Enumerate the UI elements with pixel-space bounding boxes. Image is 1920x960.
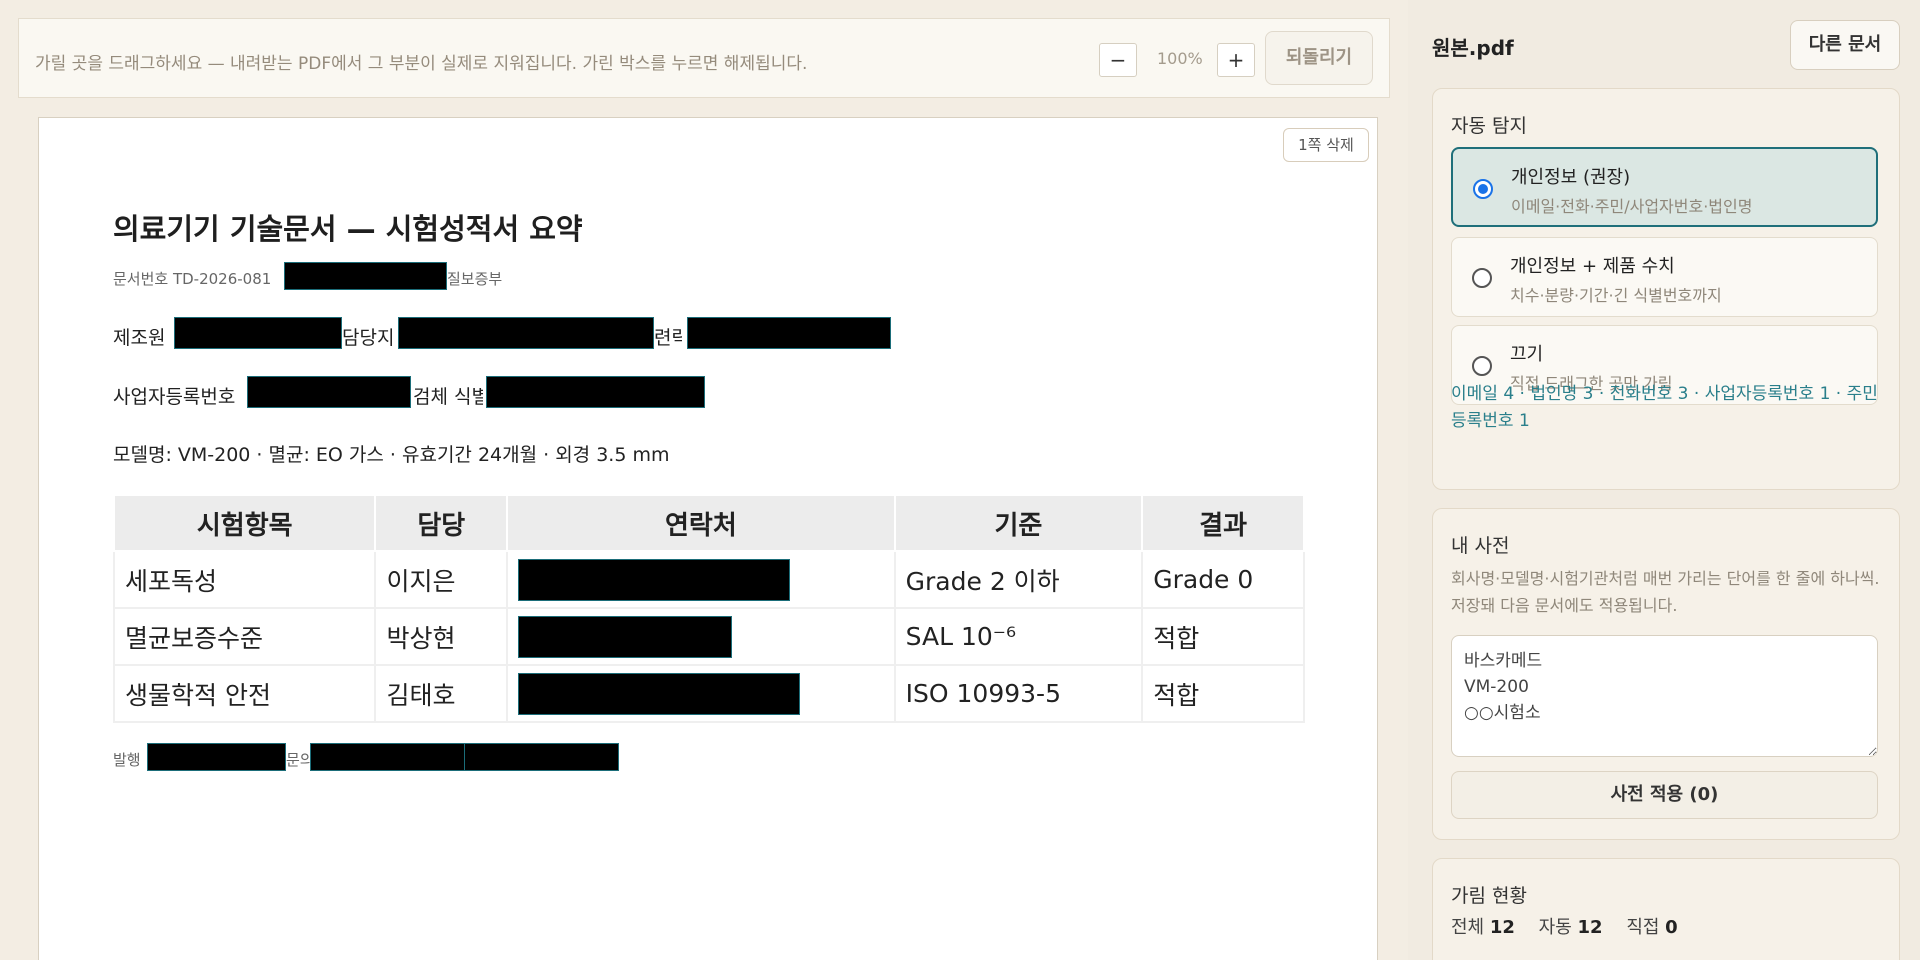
manual-label: 직접 xyxy=(1626,917,1660,938)
option-personal-info[interactable]: 개인정보 (권장) 이메일·전화·주민/사업자번호·법인명 xyxy=(1451,147,1878,227)
manager-label: 담당지 xyxy=(342,327,395,349)
option-desc: 이메일·전화·주민/사업자번호·법인명 xyxy=(1511,197,1753,216)
option-title: 끄기 xyxy=(1510,344,1544,365)
redaction-hint: 가릴 곳을 드래그하세요 — 내려받는 PDF에서 그 부분이 실제로 지워집니… xyxy=(35,54,808,74)
sidebar: 원본.pdf 다른 문서 자동 탐지 개인정보 (권장) 이메일·전화·주민/사… xyxy=(1412,0,1920,960)
maker-label: 제조원 xyxy=(113,327,166,349)
result-cell: 적합 xyxy=(1141,607,1305,666)
file-name: 원본.pdf xyxy=(1432,36,1514,60)
dictionary-input[interactable]: 바스카메드 VM-200 ○○시험소 xyxy=(1451,635,1878,757)
redaction-box[interactable] xyxy=(687,317,891,349)
other-document-button[interactable]: 다른 문서 xyxy=(1790,20,1900,70)
sample-id-label: 검체 식별 xyxy=(413,386,483,408)
option-desc: 치수·분량·기간·긴 식별번호까지 xyxy=(1510,286,1722,305)
redaction-box[interactable] xyxy=(398,317,654,349)
test-item-cell: 생물학적 안전 xyxy=(112,664,377,723)
column-header: 시험항목 xyxy=(112,494,377,552)
auto-label: 자동 xyxy=(1538,917,1572,938)
column-header: 결과 xyxy=(1141,494,1305,552)
redaction-box[interactable] xyxy=(284,262,447,290)
auto-detect-card: 자동 탐지 개인정보 (권장) 이메일·전화·주민/사업자번호·법인명 개인정보… xyxy=(1432,88,1900,490)
table-header-row: 시험항목 담당 연락처 기준 결과 xyxy=(112,494,1305,552)
undo-button[interactable]: 되돌리기 xyxy=(1265,31,1373,85)
test-item-cell: 멸균보증수준 xyxy=(112,607,377,666)
test-item-cell: 세포독성 xyxy=(112,550,377,609)
redaction-box[interactable] xyxy=(247,376,411,408)
result-cell: 적합 xyxy=(1141,664,1305,723)
redaction-box[interactable] xyxy=(518,672,801,715)
table-row: 세포독성 이지은 Grade 2 이하 Grade 0 xyxy=(112,550,1305,609)
delete-page-button[interactable]: 1쪽 삭제 xyxy=(1283,128,1369,162)
biz-number-label: 사업자등록번호 xyxy=(113,386,236,408)
redaction-box[interactable] xyxy=(310,743,465,771)
redaction-box[interactable] xyxy=(518,615,733,658)
column-header: 기준 xyxy=(893,494,1144,552)
standard-cell: SAL 10⁻⁶ xyxy=(893,607,1144,666)
auto-detect-title: 자동 탐지 xyxy=(1451,115,1527,137)
table-row: 생물학적 안전 김태호 ISO 10993-5 적합 xyxy=(112,664,1305,723)
radio-unchecked-icon[interactable] xyxy=(1472,356,1492,376)
contact-cell xyxy=(506,664,896,723)
person-cell: 이지은 xyxy=(374,550,509,609)
contact-cell xyxy=(506,550,896,609)
zoom-in-button[interactable]: + xyxy=(1217,43,1255,77)
option-personal-and-product[interactable]: 개인정보 + 제품 수치 치수·분량·기간·긴 식별번호까지 xyxy=(1451,237,1878,317)
result-cell: Grade 0 xyxy=(1141,550,1305,609)
table-row: 멸균보증수준 박상현 SAL 10⁻⁶ 적합 xyxy=(112,607,1305,666)
pdf-page[interactable]: 1쪽 삭제 의료기기 기술문서 — 시험성적서 요약 문서번호 TD-2026-… xyxy=(38,117,1378,960)
status-counts: 전체 12 자동 12 직접 0 xyxy=(1451,913,1696,939)
dictionary-description: 회사명·모델명·시험기관처럼 매번 가리는 단어를 한 줄에 하나씩. 저장돼 … xyxy=(1451,569,1880,615)
dictionary-card: 내 사전 회사명·모델명·시험기관처럼 매번 가리는 단어를 한 줄에 하나씩.… xyxy=(1432,508,1900,840)
doc-number-prefix: 문서번호 TD-2026-081 xyxy=(113,270,272,288)
redaction-box[interactable] xyxy=(486,376,705,408)
manual-count: 0 xyxy=(1665,917,1678,938)
footer-issued-label: 발행 xyxy=(113,751,141,769)
radio-checked-icon[interactable] xyxy=(1473,179,1493,199)
contact-label: 련락처 xyxy=(654,327,682,349)
redaction-box[interactable] xyxy=(147,743,286,771)
radio-unchecked-icon[interactable] xyxy=(1472,268,1492,288)
doc-number-suffix: 질보증부 xyxy=(447,270,503,288)
option-title: 개인정보 (권장) xyxy=(1511,167,1631,188)
redaction-box[interactable] xyxy=(174,317,342,349)
standard-cell: Grade 2 이하 xyxy=(893,550,1144,609)
standard-cell: ISO 10993-5 xyxy=(893,664,1144,723)
test-results-table: 시험항목 담당 연락처 기준 결과 세포독성 이지은 Grade 2 이하 Gr… xyxy=(112,494,1305,723)
option-title: 개인정보 + 제품 수치 xyxy=(1510,256,1675,277)
redaction-status-card: 가림 현황 전체 12 자동 12 직접 0 xyxy=(1432,858,1900,960)
total-count: 12 xyxy=(1489,917,1515,938)
contact-cell xyxy=(506,607,896,666)
dictionary-title: 내 사전 xyxy=(1451,535,1510,557)
document-title: 의료기기 기술문서 — 시험성적서 요약 xyxy=(113,212,583,246)
zoom-level: 100% xyxy=(1157,49,1203,68)
total-label: 전체 xyxy=(1451,917,1485,938)
zoom-out-button[interactable]: − xyxy=(1099,43,1137,77)
detection-stats: 이메일 4 · 법인명 3 · 전화번호 3 · 사업자등록번호 1 · 주민등… xyxy=(1451,384,1878,431)
viewer-toolbar: 가릴 곳을 드래그하세요 — 내려받는 PDF에서 그 부분이 실제로 지워집니… xyxy=(18,18,1390,98)
person-cell: 김태호 xyxy=(374,664,509,723)
model-info: 모델명: VM-200 · 멸균: EO 가스 · 유효기간 24개월 · 외경… xyxy=(113,444,670,466)
document-viewer: 가릴 곳을 드래그하세요 — 내려받는 PDF에서 그 부분이 실제로 지워집니… xyxy=(0,0,1408,960)
column-header: 담당 xyxy=(374,494,509,552)
status-title: 가림 현황 xyxy=(1451,885,1527,907)
apply-dictionary-button[interactable]: 사전 적용 (0) xyxy=(1451,771,1878,819)
person-cell: 박상현 xyxy=(374,607,509,666)
redaction-box[interactable] xyxy=(518,558,791,601)
column-header: 연락처 xyxy=(506,494,896,552)
redaction-box[interactable] xyxy=(464,743,619,771)
auto-count: 12 xyxy=(1577,917,1603,938)
